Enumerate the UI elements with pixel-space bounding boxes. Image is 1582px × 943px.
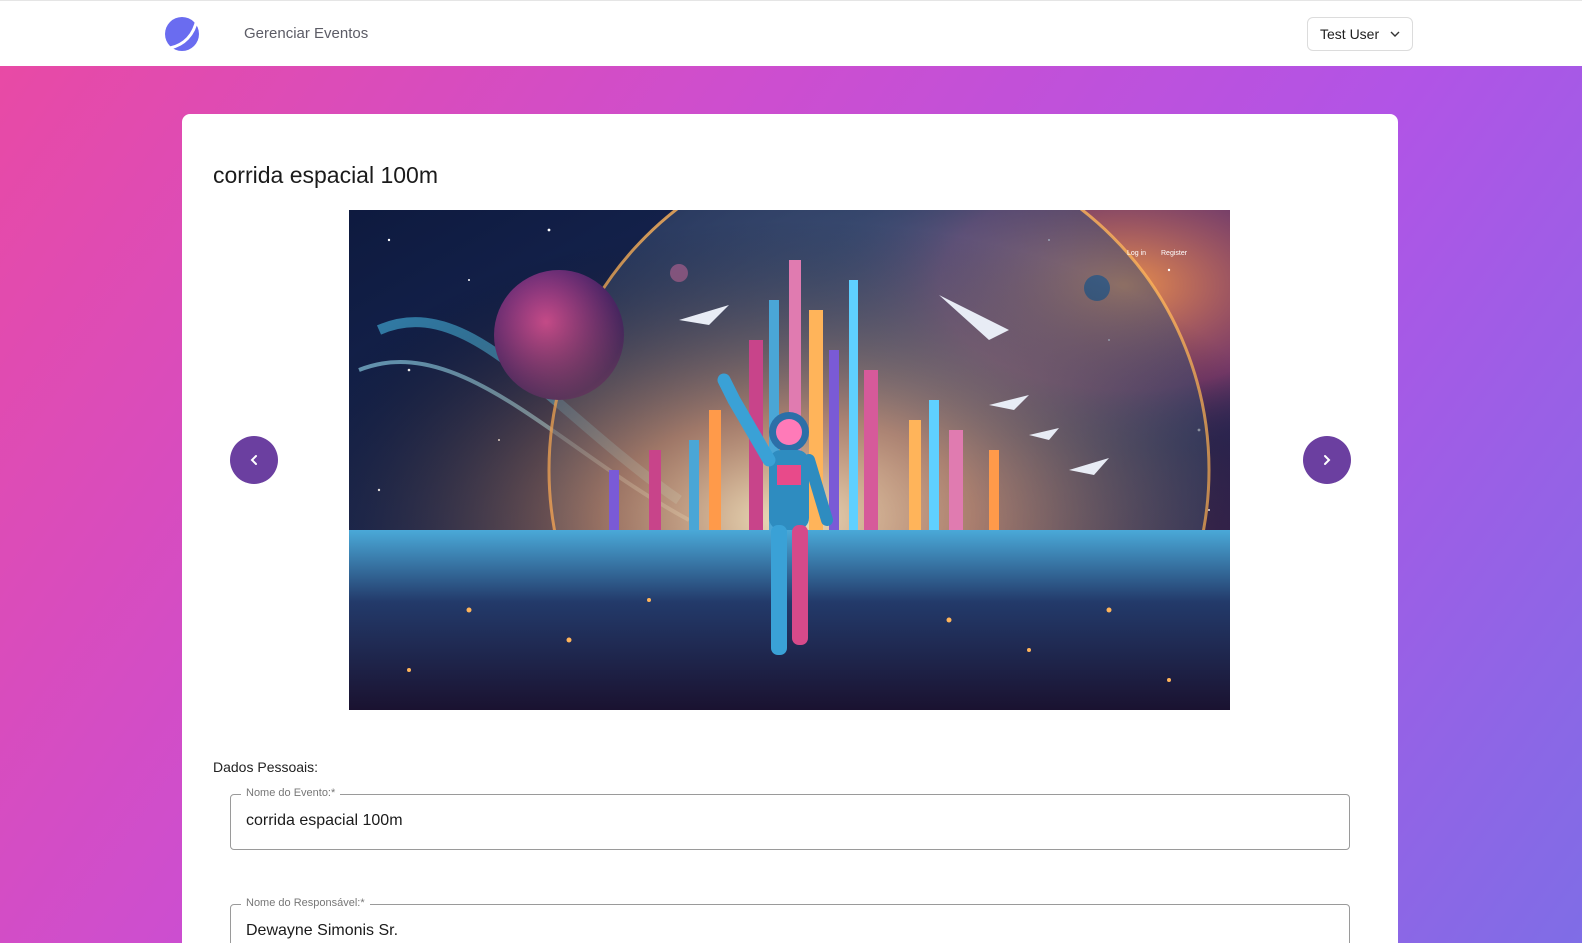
responsible-name-label: Nome do Responsável:* (241, 897, 370, 909)
carousel-next-button[interactable] (1303, 436, 1351, 484)
user-name: Test User (1320, 26, 1380, 42)
event-name-field[interactable]: Nome do Evento:* (230, 787, 1350, 850)
page-title: corrida espacial 100m (213, 162, 439, 188)
chevron-right-icon (1324, 455, 1331, 465)
responsible-name-field[interactable]: Nome do Responsável:* (230, 897, 1350, 943)
chevron-left-icon (250, 455, 257, 465)
nav-link-manage-events[interactable]: Gerenciar Eventos (244, 25, 368, 42)
user-menu-button[interactable]: Test User (1307, 17, 1413, 51)
event-name-input[interactable] (246, 812, 1326, 830)
image-login-text: Log in (1127, 250, 1146, 257)
event-card: corrida espacial 100m Log in Register Da… (182, 114, 1398, 943)
top-navbar: Gerenciar Eventos Test User (0, 0, 1582, 66)
responsible-name-input[interactable] (246, 922, 1326, 940)
section-label-personal-data: Dados Pessoais: (213, 759, 319, 775)
event-name-label: Nome do Evento:* (241, 787, 341, 799)
moon-logo-icon[interactable] (164, 15, 202, 53)
image-register-text: Register (1161, 250, 1188, 257)
chevron-down-icon (1390, 31, 1400, 37)
event-image: Log in Register (349, 210, 1230, 710)
carousel-prev-button[interactable] (230, 436, 278, 484)
